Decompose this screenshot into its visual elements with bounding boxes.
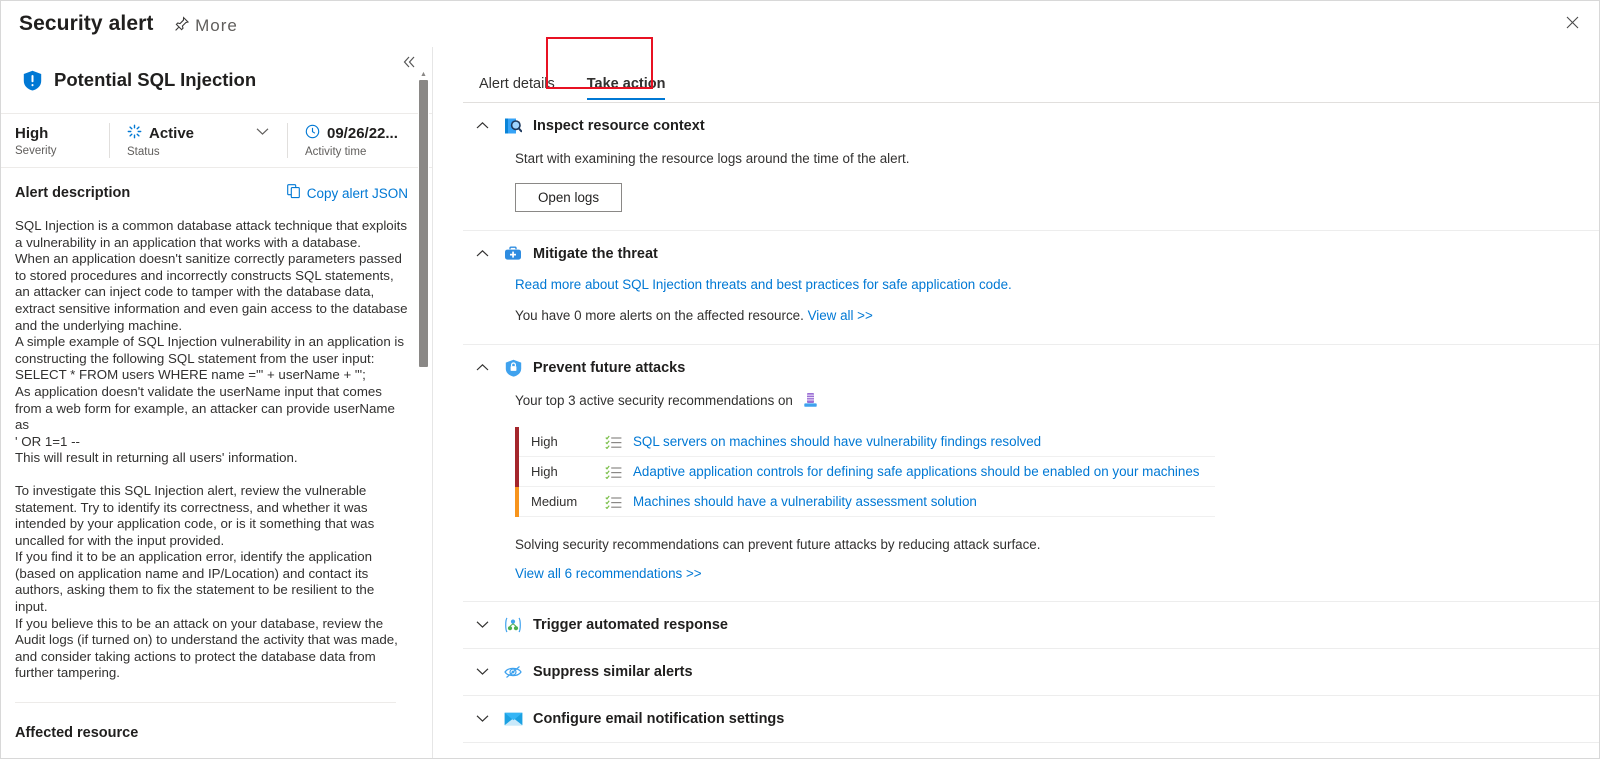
alert-header: Potential SQL Injection bbox=[1, 47, 432, 113]
copy-alert-json-label: Copy alert JSON bbox=[306, 185, 408, 201]
section-prevent-future-attacks: Prevent future attacks Your top 3 active… bbox=[463, 345, 1599, 602]
alert-name: Potential SQL Injection bbox=[54, 69, 257, 90]
mail-icon bbox=[503, 709, 523, 729]
checklist-icon bbox=[605, 435, 633, 449]
recommendation-name[interactable]: Machines should have a vulnerability ass… bbox=[633, 494, 977, 509]
recommendation-severity: High bbox=[531, 434, 558, 449]
recommendation-severity: High bbox=[531, 464, 558, 479]
section-configure-email-notifications: Configure email notification settings bbox=[463, 696, 1599, 743]
page-title: Security alert bbox=[19, 12, 154, 35]
tab-bar: Alert details Take action bbox=[463, 37, 1599, 103]
open-logs-button[interactable]: Open logs bbox=[515, 183, 623, 212]
section-prevent-title: Prevent future attacks bbox=[533, 360, 686, 376]
magnifier-document-icon bbox=[503, 116, 523, 136]
checklist-icon bbox=[605, 495, 633, 509]
status-chevron-down-icon[interactable] bbox=[256, 127, 269, 139]
section-prevent-header[interactable]: Prevent future attacks bbox=[463, 345, 1599, 391]
shield-lock-icon bbox=[503, 358, 523, 378]
status-value: Active bbox=[149, 124, 195, 142]
section-mitigate-header[interactable]: Mitigate the threat bbox=[463, 231, 1599, 277]
left-pane-scrollbar[interactable]: ▲ bbox=[418, 70, 429, 758]
active-spinner-icon bbox=[127, 124, 142, 143]
copy-alert-json-button[interactable]: Copy alert JSON bbox=[286, 184, 408, 202]
tab-alert-details[interactable]: Alert details bbox=[463, 76, 571, 102]
more-options-icon[interactable]: More bbox=[195, 13, 237, 35]
recommendations-table: High SQL servers on machines should have… bbox=[515, 426, 1215, 517]
section-trigger-title: Trigger automated response bbox=[533, 617, 728, 633]
chevron-down-icon[interactable] bbox=[471, 665, 493, 679]
status-cell[interactable]: Active Status bbox=[109, 114, 287, 167]
activity-time-value: 09/26/22... bbox=[327, 124, 398, 142]
mitigate-alerts-line: You have 0 more alerts on the affected r… bbox=[515, 306, 1599, 326]
prevent-intro-line: Your top 3 active security recommendatio… bbox=[515, 391, 1599, 411]
recommendation-severity: Medium bbox=[531, 494, 578, 509]
pin-icon[interactable] bbox=[171, 13, 193, 35]
alert-summary-pane: ▲ Potential SQL Injection High Severity bbox=[1, 47, 433, 758]
mitigate-view-all-link[interactable]: View all >> bbox=[808, 308, 873, 323]
chevron-up-icon[interactable] bbox=[471, 119, 493, 133]
severity-cell: High Severity bbox=[1, 114, 109, 167]
alert-description-block: Alert description Copy alert JSON SQL In… bbox=[1, 168, 432, 758]
mitigate-read-more-link[interactable]: Read more about SQL Injection threats an… bbox=[515, 277, 1599, 292]
activity-time-label: Activity time bbox=[305, 145, 367, 158]
section-prevent-body: Your top 3 active security recommendatio… bbox=[463, 391, 1599, 601]
section-suppress-header[interactable]: Suppress similar alerts bbox=[463, 649, 1599, 695]
mitigate-alerts-text: You have 0 more alerts on the affected r… bbox=[515, 308, 804, 323]
scroll-up-arrow-icon[interactable]: ▲ bbox=[419, 70, 428, 79]
section-inspect-header[interactable]: Inspect resource context bbox=[463, 103, 1599, 149]
checklist-icon bbox=[605, 465, 633, 479]
automation-nodes-icon bbox=[503, 615, 523, 635]
alert-meta-row: High Severity Active Status 09/26/22... … bbox=[1, 113, 432, 168]
view-all-recommendations-link[interactable]: View all 6 recommendations >> bbox=[515, 566, 702, 581]
alert-shield-icon bbox=[23, 70, 42, 91]
alert-description-header: Alert description Copy alert JSON bbox=[15, 184, 408, 202]
eye-suppress-icon bbox=[503, 662, 523, 682]
section-email-header[interactable]: Configure email notification settings bbox=[463, 696, 1599, 742]
collapse-pane-icon[interactable] bbox=[398, 51, 420, 73]
prevent-intro-text: Your top 3 active security recommendatio… bbox=[515, 393, 793, 408]
server-icon bbox=[803, 392, 818, 409]
chevron-down-icon[interactable] bbox=[471, 618, 493, 632]
severity-label: Severity bbox=[15, 144, 57, 157]
section-mitigate-title: Mitigate the threat bbox=[533, 246, 658, 262]
affected-resource-title: Affected resource bbox=[15, 725, 139, 742]
section-mitigate-body: Read more about SQL Injection threats an… bbox=[463, 277, 1599, 344]
section-trigger-automated-response: Trigger automated response bbox=[463, 602, 1599, 649]
table-row[interactable]: High bbox=[515, 456, 1215, 487]
section-inspect-body: Start with examining the resource logs a… bbox=[463, 149, 1599, 230]
security-alert-window: Security alert More ▲ Potential SQL Inje… bbox=[0, 0, 1600, 759]
titlebar: Security alert More bbox=[1, 1, 1599, 47]
body: ▲ Potential SQL Injection High Severity bbox=[1, 37, 1599, 758]
clock-icon bbox=[305, 124, 320, 143]
activity-time-cell: 09/26/22... Activity time bbox=[287, 114, 427, 167]
description-divider bbox=[15, 702, 396, 704]
severity-value: High bbox=[15, 124, 49, 142]
prevent-note: Solving security recommendations can pre… bbox=[515, 537, 1041, 552]
section-suppress-similar-alerts: Suppress similar alerts bbox=[463, 649, 1599, 696]
alert-description-paragraph-1: SQL Injection is a common database attac… bbox=[15, 218, 408, 466]
alert-description-paragraph-2: To investigate this SQL Injection alert,… bbox=[15, 482, 398, 681]
table-row[interactable]: High bbox=[515, 426, 1215, 457]
section-inspect-text: Start with examining the resource logs a… bbox=[515, 151, 910, 166]
section-inspect-resource-context: Inspect resource context Start with exam… bbox=[463, 103, 1599, 231]
close-button[interactable] bbox=[1555, 6, 1589, 38]
alert-description-title: Alert description bbox=[15, 185, 131, 201]
table-row[interactable]: Medium Machines should have a vulnerabil… bbox=[515, 486, 1215, 517]
copy-icon bbox=[286, 184, 301, 202]
section-inspect-title: Inspect resource context bbox=[533, 118, 705, 134]
recommendation-name[interactable]: SQL servers on machines should have vuln… bbox=[633, 434, 1041, 449]
recommendation-name[interactable]: Adaptive application controls for defini… bbox=[633, 464, 1200, 479]
status-label: Status bbox=[127, 145, 160, 158]
first-aid-kit-icon bbox=[503, 244, 523, 264]
chevron-up-icon[interactable] bbox=[471, 361, 493, 375]
section-email-title: Configure email notification settings bbox=[533, 711, 785, 727]
section-mitigate-threat: Mitigate the threat Read more about SQL … bbox=[463, 231, 1599, 345]
chevron-down-icon[interactable] bbox=[471, 712, 493, 726]
tab-take-action[interactable]: Take action bbox=[571, 76, 682, 102]
section-trigger-header[interactable]: Trigger automated response bbox=[463, 602, 1599, 648]
take-action-pane: Alert details Take action Inspect resour… bbox=[433, 37, 1599, 758]
title-actions: More bbox=[171, 13, 237, 35]
chevron-up-icon[interactable] bbox=[471, 247, 493, 261]
section-suppress-title: Suppress similar alerts bbox=[533, 664, 693, 680]
